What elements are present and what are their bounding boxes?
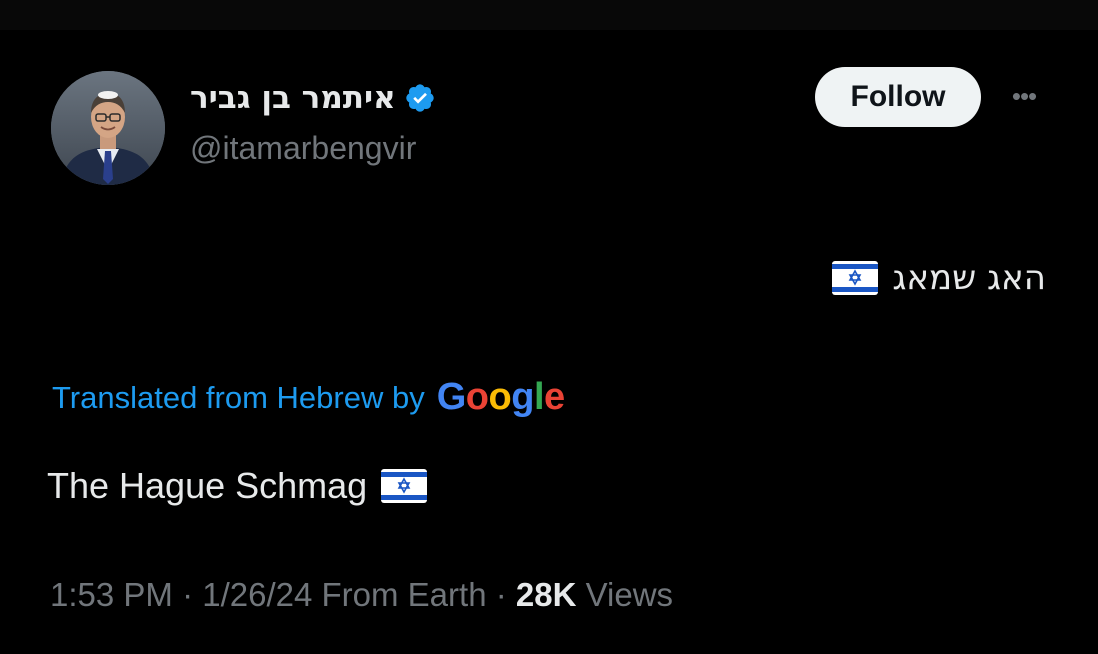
translation-attribution[interactable]: Translated from Hebrew by Google — [52, 376, 565, 419]
translated-from-label[interactable]: Translated from Hebrew by — [52, 380, 425, 416]
tweet-source: From Earth — [312, 576, 487, 613]
israel-flag-icon — [832, 261, 879, 295]
author-name-row[interactable]: איתמר בן גביר — [190, 76, 436, 120]
follow-button[interactable]: Follow — [815, 67, 981, 127]
google-logo-letter: e — [544, 376, 565, 418]
meta-separator: · — [486, 576, 516, 613]
google-logo-letter: l — [533, 376, 545, 418]
israel-flag-icon — [381, 469, 428, 503]
avatar-image — [51, 71, 165, 185]
google-logo-letter: o — [488, 376, 512, 418]
meta-separator: · — [172, 576, 203, 613]
tweet-translation-row: The Hague Schmag — [47, 465, 428, 507]
views-count[interactable]: 28K — [516, 576, 577, 613]
tweet-translation-text: The Hague Schmag — [47, 465, 368, 506]
tweet-date[interactable]: 1/26/24 — [202, 576, 312, 613]
avatar[interactable] — [51, 71, 165, 185]
google-logo-letter: g — [511, 376, 534, 418]
views-label[interactable]: Views — [576, 576, 673, 613]
verified-badge-icon — [405, 84, 434, 112]
google-logo-letter: o — [465, 376, 489, 418]
tweet-original-row: האג שמאג — [832, 258, 1046, 298]
google-logo-letter: G — [436, 376, 467, 418]
more-options-icon[interactable]: ••• — [1002, 83, 1046, 112]
top-bar — [0, 0, 1098, 30]
author-handle[interactable]: @itamarbengvir — [190, 130, 416, 167]
tweet-time[interactable]: 1:53 PM — [50, 576, 173, 613]
author-display-name[interactable]: איתמר בן גביר — [190, 80, 396, 116]
tweet-original-text: האג שמאג — [892, 258, 1046, 298]
google-logo: Google — [437, 376, 565, 419]
tweet-meta: 1:53 PM · 1/26/24 From Earth · 28K Views — [50, 576, 673, 614]
